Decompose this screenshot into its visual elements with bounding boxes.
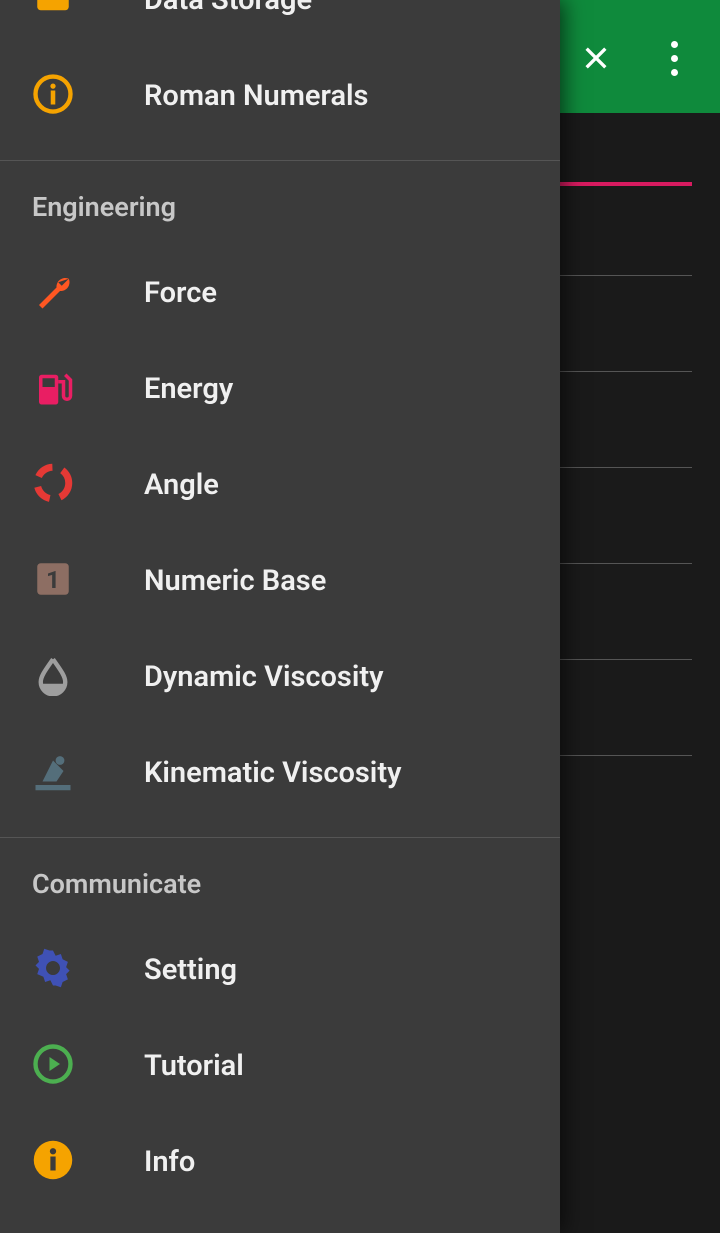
- nav-item-label: Dynamic Viscosity: [144, 660, 384, 694]
- active-field-underline: [560, 182, 692, 186]
- field-separator: [560, 275, 692, 276]
- nav-item-label: Angle: [144, 468, 219, 502]
- angle-icon: [32, 462, 74, 508]
- section-header-communicate: Communicate: [0, 838, 560, 922]
- viscosity-icon: [32, 750, 74, 796]
- nav-item-tutorial[interactable]: Tutorial: [0, 1018, 560, 1114]
- nav-item-label: Numeric Base: [144, 564, 326, 598]
- navigation-drawer: Data Storage Roman Numerals Engineering …: [0, 0, 560, 1233]
- nav-item-force[interactable]: Force: [0, 245, 560, 341]
- wrench-icon: [32, 270, 74, 316]
- storage-icon: [32, 0, 74, 23]
- play-circle-icon: [32, 1043, 74, 1089]
- field-separator: [560, 755, 692, 756]
- nav-item-label: Energy: [144, 372, 233, 406]
- info-filled-icon: [32, 1139, 74, 1185]
- nav-item-energy[interactable]: Energy: [0, 341, 560, 437]
- field-separator: [560, 563, 692, 564]
- section-header-engineering: Engineering: [0, 161, 560, 245]
- nav-item-roman-numerals[interactable]: Roman Numerals: [0, 48, 560, 144]
- info-circle-icon: [32, 73, 74, 119]
- nav-item-label: Kinematic Viscosity: [144, 756, 402, 790]
- nav-item-label: Info: [144, 1145, 195, 1179]
- numeric-base-icon: 1: [32, 558, 74, 604]
- svg-text:1: 1: [46, 565, 60, 594]
- nav-item-label: Tutorial: [144, 1049, 244, 1083]
- nav-item-label: Setting: [144, 953, 237, 987]
- fuel-icon: [32, 366, 74, 412]
- nav-item-label: Roman Numerals: [144, 79, 368, 113]
- field-separator: [560, 371, 692, 372]
- nav-item-kinematic-viscosity[interactable]: Kinematic Viscosity: [0, 725, 560, 821]
- gear-icon: [32, 947, 74, 993]
- field-separator: [560, 659, 692, 660]
- nav-item-label: Force: [144, 276, 217, 310]
- nav-item-numeric-base[interactable]: 1 Numeric Base: [0, 533, 560, 629]
- nav-item-info[interactable]: Info: [0, 1114, 560, 1210]
- nav-item-setting[interactable]: Setting: [0, 922, 560, 1018]
- droplet-icon: [32, 654, 74, 700]
- close-button[interactable]: [574, 36, 618, 80]
- nav-item-dynamic-viscosity[interactable]: Dynamic Viscosity: [0, 629, 560, 725]
- field-separator: [560, 467, 692, 468]
- nav-item-data-storage[interactable]: Data Storage: [0, 0, 560, 48]
- nav-item-label: Data Storage: [144, 0, 312, 17]
- more-options-button[interactable]: [652, 36, 696, 80]
- nav-item-angle[interactable]: Angle: [0, 437, 560, 533]
